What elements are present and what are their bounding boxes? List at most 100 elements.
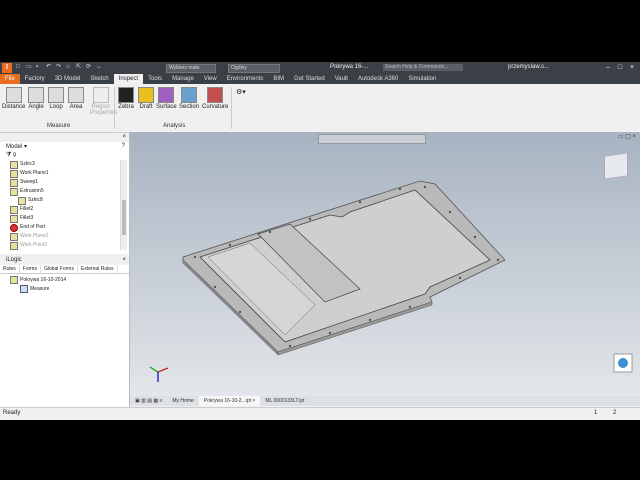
tab-manage[interactable]: Manage	[167, 74, 199, 84]
browser-title[interactable]: Model ▾	[6, 143, 27, 150]
loop-icon	[48, 87, 64, 103]
ilogic-tab-external-rules[interactable]: External Rules	[78, 265, 118, 273]
doc-tab-ml[interactable]: ML 0000133LT.ipt	[260, 396, 309, 406]
tree-item[interactable]: Fillet3	[6, 214, 121, 223]
tree-item[interactable]: Fillet2	[6, 205, 121, 214]
update-icon[interactable]: ⟳	[86, 64, 93, 71]
new-icon[interactable]: □	[16, 64, 23, 71]
help-search-input[interactable]: Search Help & Commands...	[383, 64, 463, 71]
surface-button[interactable]: Surface	[156, 87, 177, 110]
close-icon[interactable]: ×	[122, 255, 126, 265]
measure-icon[interactable]: ↔	[96, 64, 103, 71]
tab-environments[interactable]: Environments	[222, 74, 269, 84]
tree-item[interactable]: Work Plane1	[6, 169, 121, 178]
quick-access-toolbar: □ ▭ ▪ ↶ ↷ ⌂ ⇱ ⟳ ↔	[16, 64, 103, 72]
tree-item-label: Work Plane1	[20, 170, 49, 176]
tab-bim[interactable]: BIM	[268, 74, 289, 84]
draft-button[interactable]: Draft	[138, 87, 154, 110]
settings-icon[interactable]: ⚙▾	[236, 88, 246, 96]
tree-item[interactable]: End of Part	[6, 223, 121, 232]
tab-3d-model[interactable]: 3D Model	[50, 74, 86, 84]
tree-item[interactable]: Work Plane2	[6, 232, 121, 241]
feature-icon	[10, 205, 18, 214]
material-combo[interactable]: Wybierz mate	[166, 64, 216, 73]
tile-icons[interactable]: ▣ ▥ ▤ ▦ ≡	[130, 396, 167, 406]
section-button[interactable]: Section	[179, 87, 199, 110]
ilogic-document-node[interactable]: Pokrywa 16-10-2014	[10, 276, 66, 284]
select-icon[interactable]: ⇱	[76, 64, 83, 71]
appearance-combo[interactable]: Ogólny	[228, 64, 280, 73]
surface-icon	[158, 87, 175, 103]
region-properties-icon	[93, 87, 109, 103]
maximize-icon[interactable]: □	[614, 62, 626, 74]
inventor-logo[interactable]: I	[2, 63, 12, 73]
tab-vault[interactable]: Vault	[330, 74, 353, 84]
doc-tab-active[interactable]: Pokrywa 16-10-2...ipt ×	[198, 396, 261, 406]
curvature-button[interactable]: Curvature	[202, 87, 228, 110]
redo-icon[interactable]: ↷	[56, 64, 63, 71]
ilogic-tab-rules[interactable]: Rules	[0, 265, 20, 273]
section-label: Section	[179, 104, 200, 110]
inventor-window: I □ ▭ ▪ ↶ ↷ ⌂ ⇱ ⟳ ↔ Wybierz mate Ogólny …	[0, 62, 640, 420]
loop-button[interactable]: Loop	[48, 87, 64, 110]
axis-triad	[149, 366, 169, 382]
curvature-label: Curvature	[202, 104, 229, 110]
filter-icon[interactable]: ⧩ ⚲	[6, 152, 16, 159]
open-icon[interactable]: ▭	[26, 64, 33, 71]
status-bar: Ready 1 2	[0, 407, 640, 420]
tree-item[interactable]: Szkic8	[6, 196, 121, 205]
angle-label: Angle	[28, 104, 44, 110]
tree-item[interactable]: Sweep1	[6, 178, 121, 187]
browser-header: ×	[0, 132, 129, 142]
ilogic-tab-forms[interactable]: Forms	[20, 265, 41, 273]
tab-sketch[interactable]: Sketch	[85, 74, 113, 84]
zebra-label: Zebra	[118, 104, 134, 110]
graphics-viewport[interactable]: ▭ ▢ ×	[130, 132, 640, 396]
region-properties-button[interactable]: Region Properties	[90, 87, 117, 116]
zebra-icon	[118, 87, 134, 103]
home-icon[interactable]: ⌂	[66, 64, 73, 71]
feature-icon	[10, 241, 18, 250]
distance-button[interactable]: Distance	[2, 87, 25, 110]
user-account[interactable]: przemyslaw.s...	[508, 64, 549, 70]
tree-item[interactable]: Extrusion5	[6, 187, 121, 196]
tree-item[interactable]: Szkic3	[6, 160, 121, 169]
ilogic-rule-node[interactable]: Measure	[20, 285, 49, 293]
surface-label: Surface	[156, 104, 177, 110]
tab-factory[interactable]: Factory	[20, 74, 50, 84]
feature-icon	[10, 160, 18, 169]
tab-get-started[interactable]: Get Started	[289, 74, 330, 84]
scrollbar-thumb[interactable]	[122, 200, 126, 235]
window-controls: – □ ×	[602, 62, 638, 74]
tab-inspect[interactable]: Inspect	[113, 74, 144, 84]
feature-icon	[18, 196, 26, 205]
undo-icon[interactable]: ↶	[46, 64, 53, 71]
rule-icon	[20, 285, 28, 293]
tree-item[interactable]: Work Point2	[6, 241, 121, 250]
area-button[interactable]: Area	[68, 87, 84, 110]
tree-item-label: Fillet3	[20, 215, 34, 221]
browser-scrollbar[interactable]	[120, 160, 127, 250]
ribbon-panel: Distance Angle Loop Area Region Properties …	[0, 84, 640, 133]
doc-tab-home[interactable]: My Home	[167, 396, 198, 406]
ilogic-tab-global-forms[interactable]: Global Forms	[41, 265, 78, 273]
minimize-icon[interactable]: –	[602, 62, 614, 74]
status-count-1: 1	[594, 410, 598, 416]
tab-file[interactable]: File	[0, 74, 20, 84]
save-icon[interactable]: ▪	[36, 64, 43, 71]
draft-label: Draft	[139, 104, 153, 110]
angle-button[interactable]: Angle	[28, 87, 44, 110]
help-icon[interactable]: ?	[122, 143, 125, 149]
end-of-part-icon	[10, 223, 18, 232]
tab-tools[interactable]: Tools	[143, 74, 167, 84]
close-icon[interactable]: ×	[626, 62, 638, 74]
part-model[interactable]	[130, 132, 640, 396]
tab-view[interactable]: View	[199, 74, 222, 84]
tab-simulation[interactable]: Simulation	[403, 74, 441, 84]
tree-item-label: Szkic3	[20, 161, 35, 167]
zebra-button[interactable]: Zebra	[118, 87, 134, 110]
analysis-group-label: Analysis	[163, 123, 186, 129]
close-icon[interactable]: ×	[122, 132, 126, 142]
tab-autodesk-a360[interactable]: Autodesk A360	[353, 74, 403, 84]
close-icon[interactable]: ×	[252, 398, 255, 404]
